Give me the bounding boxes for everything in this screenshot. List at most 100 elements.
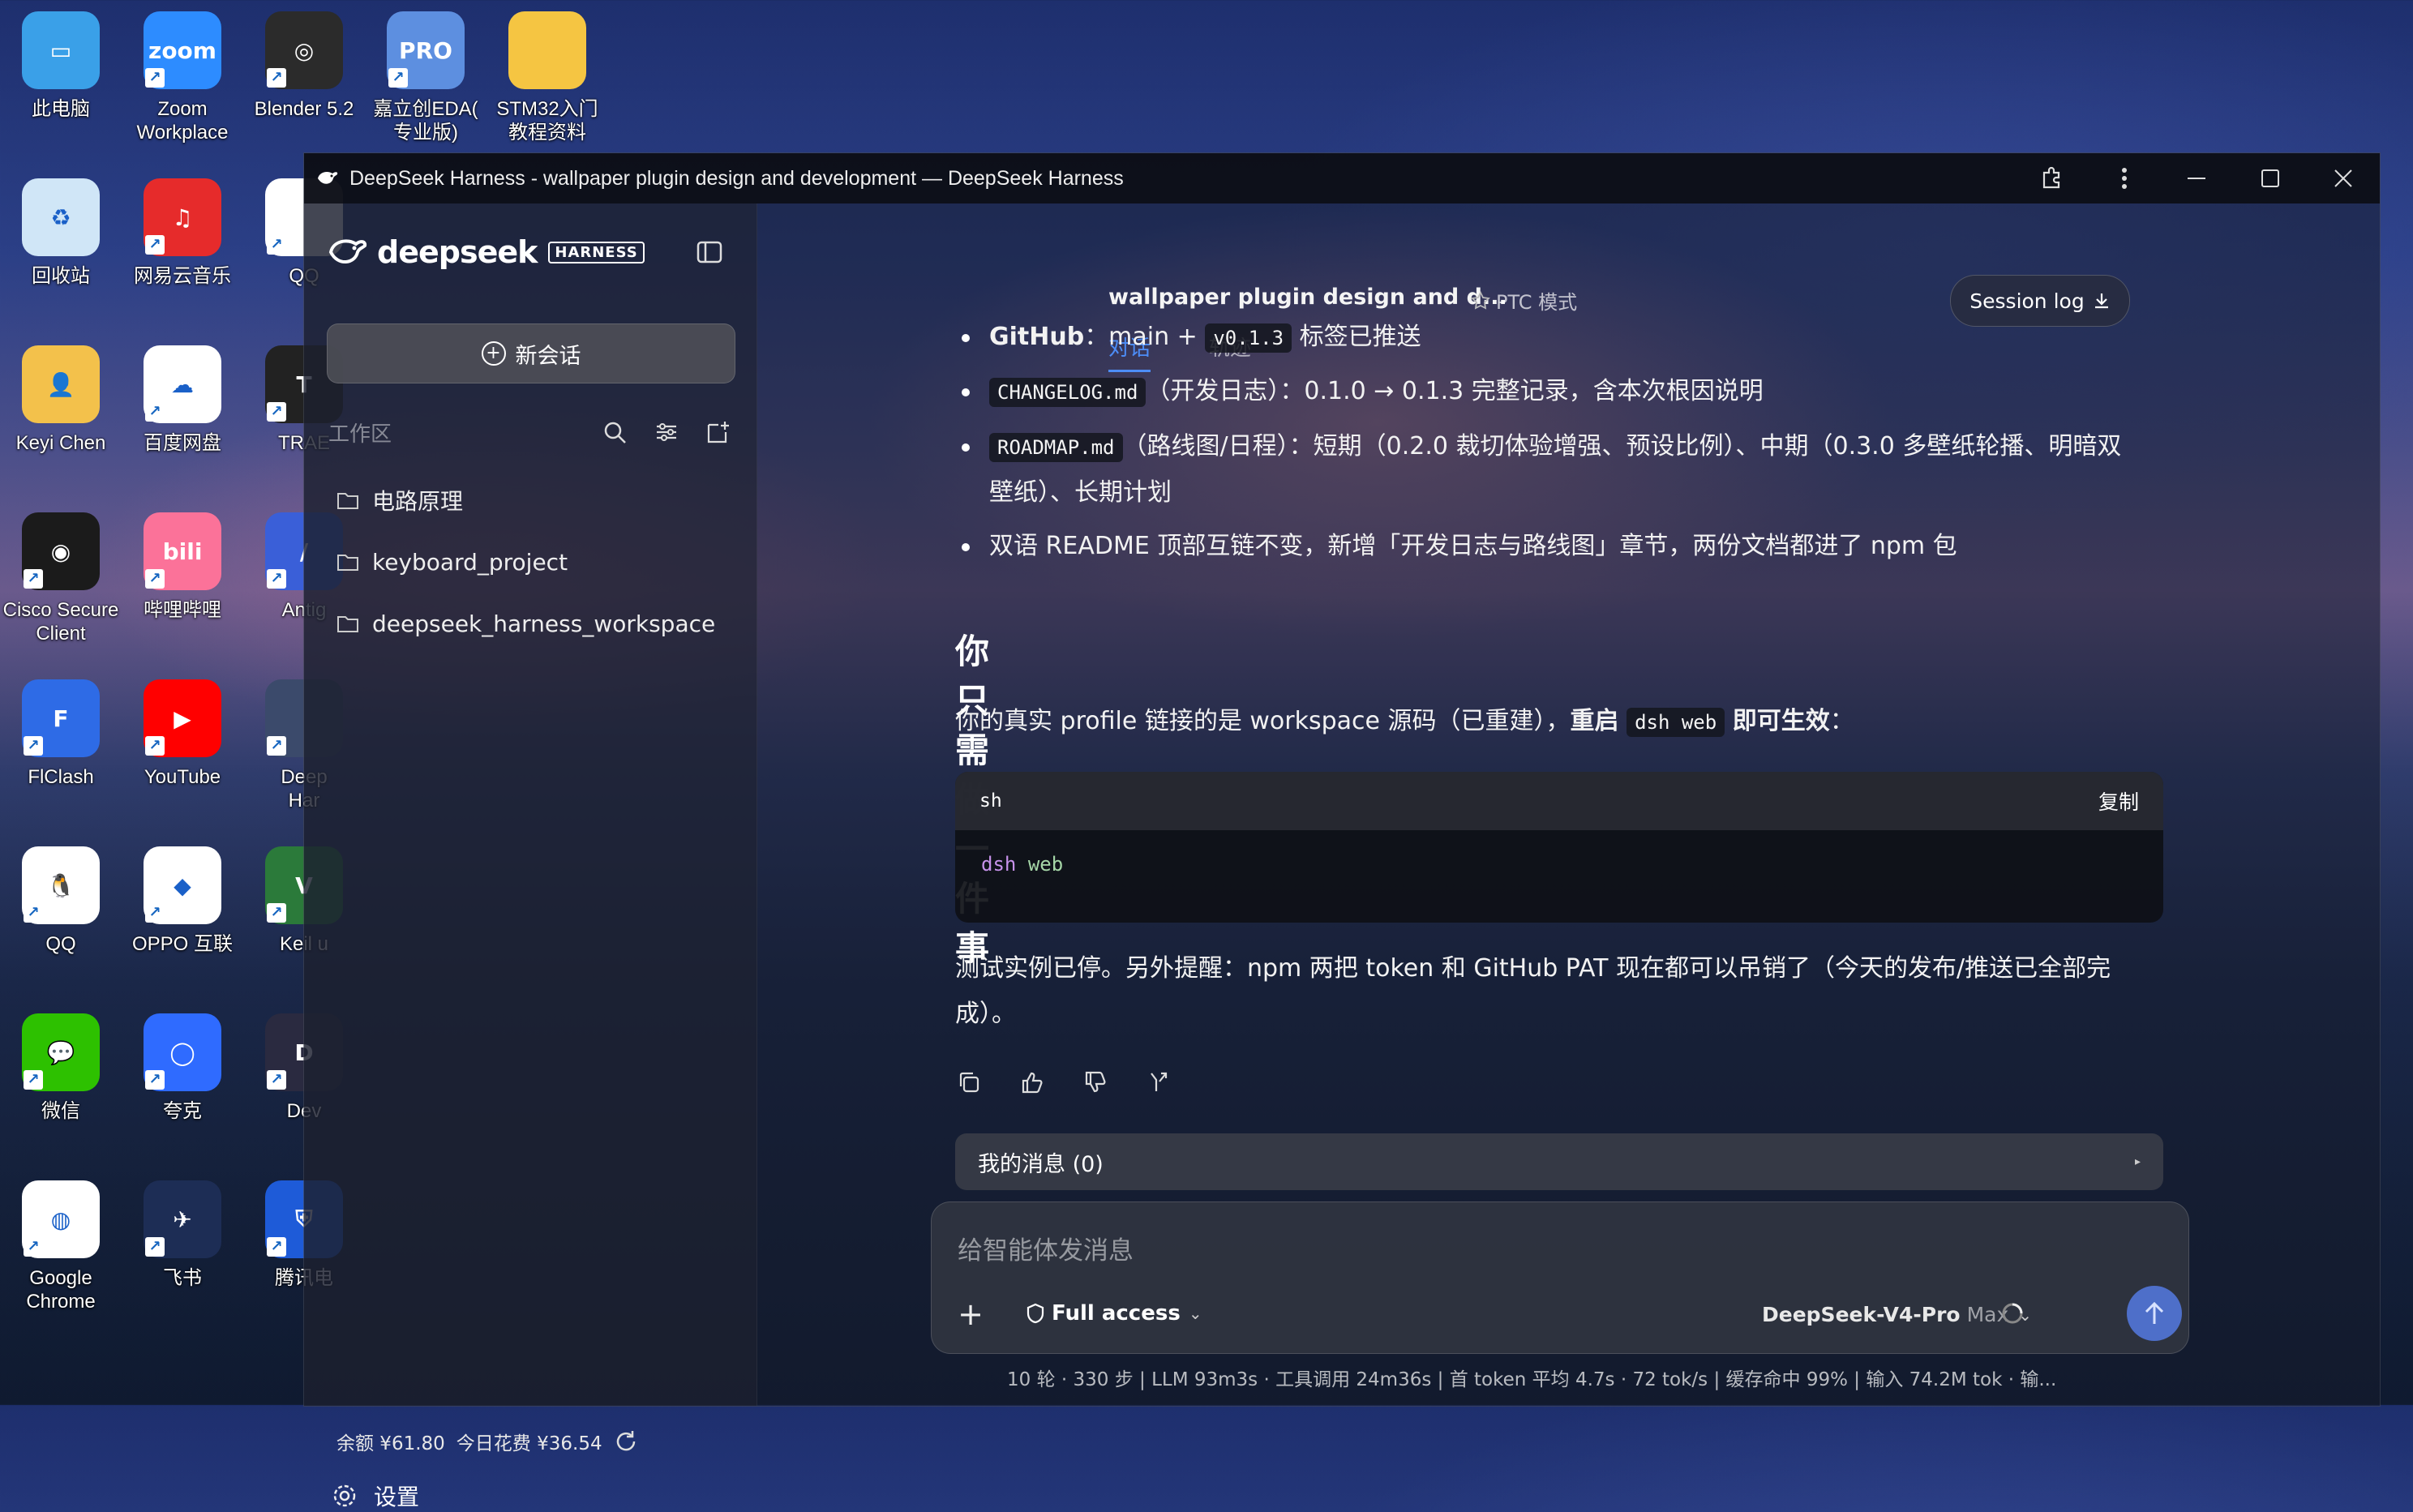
- para-bold: 重启: [1570, 707, 1619, 735]
- extension-icon[interactable]: [2015, 153, 2088, 203]
- bullet-text: （路线图/日程）：短期（0.2.0 裁切体验增强、预设比例）、中期（0.3.0 …: [989, 432, 2122, 507]
- desktop-icon-label: Cisco Secure Client: [2, 599, 119, 645]
- desktop-icon-label: YouTube: [144, 766, 221, 788]
- desktop-icon-label: Blender 5.2: [254, 98, 354, 120]
- model-selector[interactable]: DeepSeek-V4-Pro Max ⌄: [1762, 1303, 2032, 1326]
- mode-badge: PTC 模式: [1470, 286, 1577, 315]
- shortcut-arrow-icon: ↗: [145, 569, 165, 589]
- desktop-icon[interactable]: ◉ ↗ Cisco Secure Client: [0, 512, 122, 645]
- desktop-icon-label: 网易云音乐: [134, 265, 231, 287]
- inline-code: dsh web: [1627, 708, 1725, 737]
- thumbs-up-icon[interactable]: [1018, 1069, 1046, 1096]
- app-icon: ✈ ↗: [144, 1180, 221, 1258]
- code-block: sh 复制 dsh web: [955, 772, 2163, 923]
- search-icon[interactable]: [601, 418, 628, 446]
- copy-icon[interactable]: [955, 1069, 983, 1096]
- sidebar-toggle-icon[interactable]: [696, 239, 722, 265]
- desktop-icon-label: 嘉立创EDA( 专业版): [373, 98, 478, 143]
- app-icon: 👤: [22, 345, 100, 423]
- app-icon: [508, 11, 586, 89]
- balance-text: 余额 ¥61.80: [336, 1433, 445, 1454]
- bullet-text: 标签已推送: [1292, 323, 1421, 351]
- desktop-icon[interactable]: F ↗ FlClash: [0, 679, 122, 789]
- desktop-icon[interactable]: ▶ ↗ YouTube: [122, 679, 243, 789]
- shortcut-arrow-icon: ↗: [24, 1237, 43, 1257]
- desktop-icon[interactable]: ☁ ↗ 百度网盘: [122, 345, 243, 455]
- desktop-icon[interactable]: ◍ ↗ Google Chrome: [0, 1180, 122, 1313]
- settings-button[interactable]: 设置: [332, 1480, 419, 1512]
- shortcut-arrow-icon: ↗: [267, 903, 286, 923]
- app-icon: ◯ ↗: [144, 1013, 221, 1091]
- desktop-icon[interactable]: 🐧 ↗ QQ: [0, 846, 122, 956]
- folder-item[interactable]: deepseek_harness_workspace: [336, 593, 715, 654]
- close-icon[interactable]: [2307, 153, 2380, 203]
- deepseek-whale-icon: [328, 239, 367, 263]
- shortcut-arrow-icon: ↗: [145, 235, 165, 255]
- session-log-label: Session log: [1969, 289, 2085, 313]
- shortcut-arrow-icon: ↗: [24, 569, 43, 589]
- conversation-title: wallpaper plugin design and d...: [1108, 285, 1507, 310]
- app-icon: ◉ ↗: [22, 512, 100, 590]
- folder-label: 电路原理: [372, 488, 464, 515]
- status-bar: 10 轮 · 330 步 | LLM 93m3s · 工具调用 24m36s |…: [1007, 1369, 2057, 1390]
- bullet-dot: [962, 543, 970, 551]
- desktop-icon[interactable]: STM32入门 教程资料: [486, 11, 608, 144]
- workspace-label: 工作区: [328, 422, 392, 447]
- folder-item[interactable]: 电路原理: [336, 469, 715, 531]
- new-chat-label: 新会话: [515, 343, 581, 369]
- add-folder-icon[interactable]: [705, 418, 732, 446]
- desktop-icon[interactable]: bili ↗ 哔哩哔哩: [122, 512, 243, 622]
- app-icon: ▶ ↗: [144, 679, 221, 757]
- desktop-icon[interactable]: ♻ 回收站: [0, 178, 122, 288]
- desktop-icon[interactable]: ♫ ↗ 网易云音乐: [122, 178, 243, 288]
- my-messages-bar[interactable]: 我的消息 (0) ▸: [955, 1133, 2163, 1190]
- desktop-icon[interactable]: zoom ↗ Zoom Workplace: [122, 11, 243, 144]
- refresh-icon[interactable]: [614, 1429, 638, 1454]
- composer[interactable]: 给智能体发消息 + Full access ⌄ DeepSeek-V4-Pro …: [931, 1201, 2189, 1354]
- brand-wordmark: deepseek: [377, 234, 538, 270]
- para-bold: 即可生效: [1732, 707, 1830, 735]
- shortcut-arrow-icon: ↗: [145, 1237, 165, 1257]
- branch-icon[interactable]: [1145, 1069, 1172, 1096]
- access-selector[interactable]: Full access ⌄: [1026, 1301, 1202, 1326]
- chevron-down-icon: ⌄: [1188, 1304, 1202, 1323]
- attach-plus-icon[interactable]: +: [954, 1298, 987, 1330]
- app-icon: ▭: [22, 11, 100, 89]
- new-chat-button[interactable]: + 新会话: [327, 323, 735, 383]
- desktop-icon[interactable]: ◎ ↗ Blender 5.2: [243, 11, 365, 121]
- list-item: GitHub：main + v0.1.3 标签已推送: [962, 315, 2129, 361]
- shortcut-arrow-icon: ↗: [388, 68, 408, 88]
- shortcut-arrow-icon: ↗: [145, 402, 165, 422]
- bullet-text: ：main +: [1084, 323, 1206, 351]
- message-placeholder[interactable]: 给智能体发消息: [958, 1230, 1134, 1266]
- desktop-icon[interactable]: ◆ ↗ OPPO 互联: [122, 846, 243, 956]
- send-button[interactable]: [2127, 1286, 2182, 1341]
- desktop-icon-label: Keyi Chen: [15, 432, 106, 454]
- folder-item[interactable]: keyboard_project: [336, 531, 715, 593]
- desktop-icon[interactable]: PRO ↗ 嘉立创EDA( 专业版): [365, 11, 486, 144]
- copy-code-button[interactable]: 复制: [2098, 786, 2139, 816]
- loading-spinner-icon: [2000, 1301, 2025, 1326]
- desktop-icon[interactable]: ▭ 此电脑: [0, 11, 122, 121]
- paragraph: 你的真实 profile 链接的是 workspace 源码（已重建），重启 d…: [955, 699, 2163, 745]
- filter-sliders-icon[interactable]: [653, 418, 680, 446]
- sidebar: deepseek HARNESS + 新会话 工作区 电路原理 keyboard…: [304, 203, 757, 1510]
- shield-icon: [1026, 1303, 1044, 1324]
- maximize-icon[interactable]: [2234, 153, 2307, 203]
- bullet-dot: [962, 388, 970, 396]
- bullet-dot: [962, 334, 970, 342]
- app-icon: 💬 ↗: [22, 1013, 100, 1091]
- title-bar: DeepSeek Harness - wallpaper plugin desi…: [304, 153, 2380, 203]
- desktop-icon[interactable]: 💬 ↗ 微信: [0, 1013, 122, 1123]
- thumbs-down-icon[interactable]: [1082, 1069, 1109, 1096]
- minimize-icon[interactable]: [2161, 153, 2234, 203]
- code-body: dsh web: [955, 830, 2163, 898]
- desktop-icon[interactable]: ◯ ↗ 夸克: [122, 1013, 243, 1123]
- more-options-icon[interactable]: [2088, 153, 2161, 203]
- desktop-icon[interactable]: ✈ ↗ 飞书: [122, 1180, 243, 1290]
- shortcut-arrow-icon: ↗: [267, 68, 286, 88]
- access-label: Full access: [1052, 1301, 1181, 1326]
- desktop-icon[interactable]: 👤 Keyi Chen: [0, 345, 122, 455]
- shortcut-arrow-icon: ↗: [267, 569, 286, 589]
- folder-icon: [337, 555, 358, 571]
